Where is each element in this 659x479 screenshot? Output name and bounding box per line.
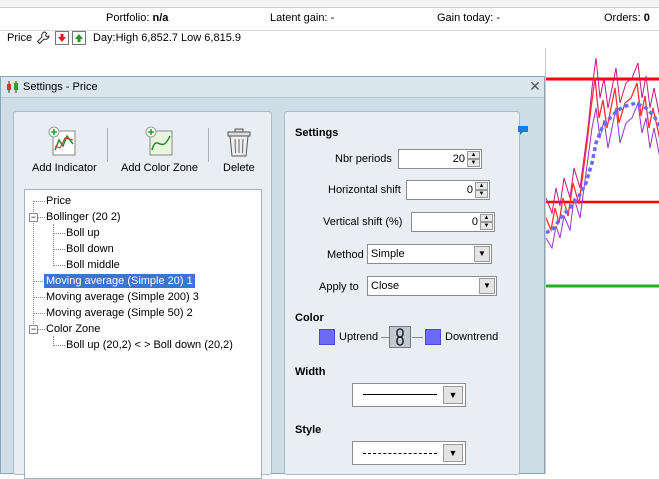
help-bubble-icon[interactable] <box>517 124 529 139</box>
tree-item-price[interactable]: Price <box>46 194 71 208</box>
tree-connector <box>53 233 65 234</box>
vertical-shift-label: Vertical shift (%) <box>323 216 403 228</box>
nbr-periods-value: 20 <box>452 153 465 165</box>
price-label: Price <box>7 32 33 44</box>
style-heading: Style <box>295 424 322 436</box>
move-down-icon[interactable] <box>55 31 69 45</box>
status-bar-top-strip <box>0 0 659 8</box>
add-indicator-label: Add Indicator <box>32 162 97 174</box>
horizontal-shift-label: Horizontal shift <box>328 184 401 196</box>
dialog-title-bar[interactable]: Settings - Price ✕ <box>1 77 544 98</box>
step-down-icon[interactable]: ▼ <box>475 190 488 198</box>
orders-status: Orders: 0 <box>604 12 650 24</box>
method-value: Simple <box>371 248 405 260</box>
collapse-bollinger-icon[interactable]: − <box>29 213 38 222</box>
settings-dialog: Settings - Price ✕ Add Indicator Add Col… <box>0 76 545 479</box>
tree-item-bollinger[interactable]: Bollinger (20 2) <box>46 210 121 224</box>
tree-item-boll-middle[interactable]: Boll middle <box>66 258 120 272</box>
step-down-icon[interactable]: ▼ <box>480 222 493 230</box>
apply-to-label: Apply to <box>319 281 359 293</box>
tree-connector <box>33 297 45 298</box>
settings-panel: Settings Nbr periods 20 ▲ ▼ Horizontal sh… <box>284 111 528 475</box>
toolbar-separator <box>208 128 209 162</box>
move-up-icon[interactable] <box>72 31 86 45</box>
chevron-down-icon[interactable]: ▼ <box>479 278 495 294</box>
latent-gain-status: Latent gain: - <box>270 12 335 24</box>
chevron-down-icon[interactable]: ▼ <box>474 246 490 262</box>
price-toolbar: Price Day:High 6,852.7 Low 6,815.9 <box>0 30 659 48</box>
close-icon[interactable]: ✕ <box>528 79 542 93</box>
chevron-down-icon[interactable]: ▼ <box>443 444 463 462</box>
step-up-icon[interactable]: ▲ <box>467 151 480 159</box>
status-bar: Portfolio: n/a Latent gain: - Gain today… <box>0 0 659 31</box>
vertical-shift-stepper[interactable]: 0 ▲ ▼ <box>411 212 495 232</box>
tree-connector <box>33 313 45 314</box>
uptrend-color-swatch[interactable] <box>319 329 335 345</box>
wrench-icon[interactable] <box>36 31 50 45</box>
downtrend-label: Downtrend <box>445 331 499 343</box>
step-down-icon[interactable]: ▼ <box>467 159 480 167</box>
apply-to-select[interactable]: Close ▼ <box>367 276 497 296</box>
trash-icon <box>225 128 253 161</box>
add-indicator-icon <box>48 126 78 161</box>
width-heading: Width <box>295 366 326 378</box>
toolbar-separator <box>107 128 108 162</box>
color-heading: Color <box>295 312 324 324</box>
tree-item-boll-zone[interactable]: Boll up (20,2) < > Boll down (20,2) <box>66 338 233 352</box>
stepper-arrows[interactable]: ▲ ▼ <box>475 182 488 198</box>
tree-item-color-zone[interactable]: Color Zone <box>46 322 100 336</box>
step-up-icon[interactable]: ▲ <box>480 214 493 222</box>
candlestick-icon <box>6 80 20 97</box>
add-color-zone-icon <box>145 126 175 161</box>
width-select[interactable]: ▼ <box>352 383 466 407</box>
step-up-icon[interactable]: ▲ <box>475 182 488 190</box>
uptrend-label: Uptrend <box>339 331 379 343</box>
settings-heading: Settings <box>295 127 339 139</box>
horizontal-shift-stepper[interactable]: 0 ▲ ▼ <box>406 180 490 200</box>
downtrend-color-swatch[interactable] <box>425 329 441 345</box>
stepper-arrows[interactable]: ▲ ▼ <box>480 214 493 230</box>
indicator-panel: Add Indicator Add Color Zone Delete Pric… <box>13 111 272 479</box>
tree-item-boll-up[interactable]: Boll up <box>66 226 100 240</box>
solid-line-sample <box>363 394 437 395</box>
horizontal-shift-value: 0 <box>466 184 473 196</box>
link-connector <box>412 337 423 338</box>
tree-connector <box>53 249 65 250</box>
chain-link-icon[interactable] <box>389 326 411 348</box>
vertical-shift-value: 0 <box>471 216 478 228</box>
stepper-arrows[interactable]: ▲ ▼ <box>467 151 480 167</box>
day-range-text: Day:High 6,852.7 Low 6,815.9 <box>93 32 241 44</box>
add-color-zone-label: Add Color Zone <box>121 162 199 174</box>
link-connector <box>381 337 389 338</box>
tree-item-boll-down[interactable]: Boll down <box>66 242 114 256</box>
method-select[interactable]: Simple ▼ <box>367 244 492 264</box>
tree-item-ma-50[interactable]: Moving average (Simple 50) 2 <box>46 306 193 320</box>
tree-connector <box>38 329 45 330</box>
tree-item-ma-200[interactable]: Moving average (Simple 200) 3 <box>46 290 199 304</box>
apply-to-value: Close <box>371 280 400 292</box>
chevron-down-icon[interactable]: ▼ <box>443 386 463 404</box>
nbr-periods-label: Nbr periods <box>335 153 392 165</box>
gain-today-status: Gain today: - <box>437 12 500 24</box>
bollinger-down-line <box>545 101 659 250</box>
style-select[interactable]: ▼ <box>352 441 466 465</box>
bollinger-up-line <box>545 57 659 215</box>
price-line <box>545 77 659 233</box>
delete-label: Delete <box>223 162 255 174</box>
moving-average-line <box>545 101 659 235</box>
tree-connector <box>33 201 45 202</box>
portfolio-status: Portfolio: n/a <box>106 12 169 24</box>
nbr-periods-stepper[interactable]: 20 ▲ ▼ <box>398 149 482 169</box>
tree-connector <box>53 265 65 266</box>
dialog-title: Settings - Price <box>23 81 98 93</box>
dashed-line-sample <box>363 453 437 454</box>
collapse-color-zone-icon[interactable]: − <box>29 325 38 334</box>
tree-connector <box>53 224 54 266</box>
tree-connector <box>38 217 45 218</box>
tree-item-ma-20[interactable]: Moving average (Simple 20) 1 <box>44 274 195 288</box>
price-chart[interactable] <box>545 48 659 474</box>
method-label: Method <box>327 249 364 261</box>
tree-connector <box>53 345 65 346</box>
indicator-tree[interactable]: Price − Bollinger (20 2) Boll up Boll do… <box>24 189 262 479</box>
